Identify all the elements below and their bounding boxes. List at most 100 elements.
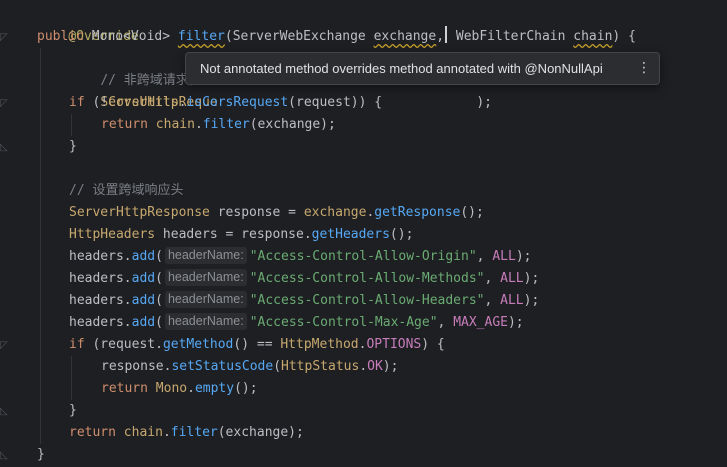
code-line[interactable]: headers.add(headerName: "Access-Control-A… (69, 268, 539, 290)
code-line[interactable]: ServerHttpResponse response = exchange.g… (69, 202, 484, 224)
variable: headers (69, 293, 124, 308)
comma: , (437, 315, 454, 330)
code-editor[interactable]: ◸ ◸ ◺ ◸ ◺ ◺ @Override public Mono<Void> … (0, 0, 727, 467)
method-call: getResponse (374, 205, 461, 220)
method-call: filter (202, 117, 250, 132)
string-literal: "Access-Control-Allow-Origin" (249, 249, 477, 264)
code-line[interactable]: // 设置跨域响应头 (69, 180, 183, 202)
dot: . (155, 337, 163, 352)
code-fragment: (exchange); (249, 117, 336, 132)
return-type: Mono<Void> (91, 29, 171, 44)
code-line[interactable]: return chain.filter(exchange); (69, 422, 304, 444)
code-line[interactable]: return Mono.empty(); (101, 378, 258, 400)
code-fragment: (); (389, 227, 414, 242)
string-literal: "Access-Control-Allow-Headers" (249, 293, 485, 308)
parameter-hint: headerName: (164, 291, 247, 308)
param-type: ServerWebExchange (232, 29, 366, 44)
class-name: Mono (155, 381, 188, 396)
code-line[interactable]: if (request.getMethod() == HttpMethod.OP… (69, 334, 445, 356)
type-name: HttpHeaders (69, 227, 156, 242)
code-fragment: headers = response (155, 227, 304, 242)
code-line[interactable]: headers.add(headerName: "Access-Control-A… (69, 290, 539, 312)
text-caret (445, 26, 448, 43)
fold-icon[interactable]: ◸ (0, 98, 10, 110)
dot: . (303, 227, 312, 242)
variable: chain (155, 117, 195, 132)
param-name: exchange (373, 29, 437, 44)
keyword: if (69, 337, 85, 352)
inspection-tooltip[interactable]: Not annotated method overrides method an… (185, 52, 660, 85)
comma: , (476, 249, 493, 264)
comma: , (484, 293, 501, 308)
paren: ( (155, 249, 163, 264)
variable: exchange (303, 205, 367, 220)
constant: ALL (500, 271, 524, 286)
method-call: setStatusCode (171, 359, 274, 374)
dot: . (162, 425, 171, 440)
brace: } (37, 447, 45, 462)
class-name: CorsUtils (108, 95, 179, 110)
fold-icon[interactable]: ◺ (0, 406, 10, 418)
code-line[interactable]: response.setStatusCode(HttpStatus.OK); (101, 356, 398, 378)
code-line[interactable]: } (69, 136, 77, 158)
paren: ) { (612, 29, 636, 44)
code-line[interactable]: headers.add(headerName: "Access-Control-M… (69, 312, 524, 334)
code-fragment: ); (507, 315, 524, 330)
method-call: getMethod (162, 337, 234, 352)
method-call: add (131, 315, 156, 330)
method-call: isCorsRequest (186, 95, 289, 110)
code-fragment: (); (234, 381, 258, 396)
paren: ( (155, 293, 163, 308)
code-line[interactable]: } (69, 400, 77, 422)
string-literal: "Access-Control-Allow-Methods" (249, 271, 485, 286)
keyword: public (37, 29, 84, 44)
code-fragment: (request)) { (288, 95, 383, 110)
code-line[interactable]: public Mono<Void> filter(ServerWebExchan… (37, 26, 636, 48)
dot: . (359, 359, 368, 374)
code-line[interactable]: headers.add(headerName: "Access-Control-A… (69, 246, 531, 268)
keyword: return (101, 381, 148, 396)
dot: . (194, 117, 203, 132)
code-line[interactable]: if (!CorsUtils.isCorsRequest(request)) { (69, 92, 382, 114)
code-line[interactable]: @Override (37, 4, 138, 44)
code-line[interactable]: return chain.filter(exchange); (101, 114, 336, 136)
code-fragment: response = (209, 205, 304, 220)
method-call: filter (170, 425, 218, 440)
code-line[interactable]: HttpHeaders headers = response.getHeader… (69, 224, 413, 246)
method-call: add (131, 293, 156, 308)
dot: . (187, 381, 195, 396)
code-fragment: (request (84, 337, 156, 352)
param-name: chain (573, 29, 613, 44)
type-name: ServerHttpResponse (69, 205, 210, 220)
fold-icon[interactable]: ◺ (0, 450, 10, 462)
editor-gutter[interactable]: ◸ ◸ ◺ ◸ ◺ ◺ (0, 0, 30, 467)
dot: . (123, 249, 132, 264)
class-name: HttpMethod (280, 337, 359, 352)
string-literal: "Access-Control-Max-Age" (249, 315, 438, 330)
variable: headers (69, 315, 124, 330)
class-name: HttpStatus (281, 359, 360, 374)
param-type: WebFilterChain (455, 29, 566, 44)
variable: headers (69, 249, 124, 264)
code-fragment: ); (382, 359, 399, 374)
keyword: if (69, 95, 85, 110)
dot: . (123, 271, 132, 286)
fold-icon[interactable]: ◺ (0, 142, 10, 154)
paren: ( (155, 315, 163, 330)
variable: headers (69, 271, 124, 286)
paren: ( (273, 359, 282, 374)
fold-icon[interactable]: ◸ (0, 32, 10, 44)
constant: OPTIONS (366, 337, 422, 352)
constant: OK (367, 359, 383, 374)
method-name[interactable]: filter (178, 29, 225, 44)
keyword: return (101, 117, 148, 132)
vertical-ellipsis-icon[interactable]: ⋮ (635, 57, 653, 79)
code-line[interactable]: } (37, 444, 45, 466)
comma: , (436, 29, 445, 44)
parameter-hint: headerName: (164, 269, 247, 286)
indent-guide (40, 48, 41, 444)
code-fragment: (! (84, 95, 109, 110)
comma: , (484, 271, 501, 286)
fold-icon[interactable]: ◸ (0, 340, 10, 352)
code-fragment: () == (233, 337, 281, 352)
